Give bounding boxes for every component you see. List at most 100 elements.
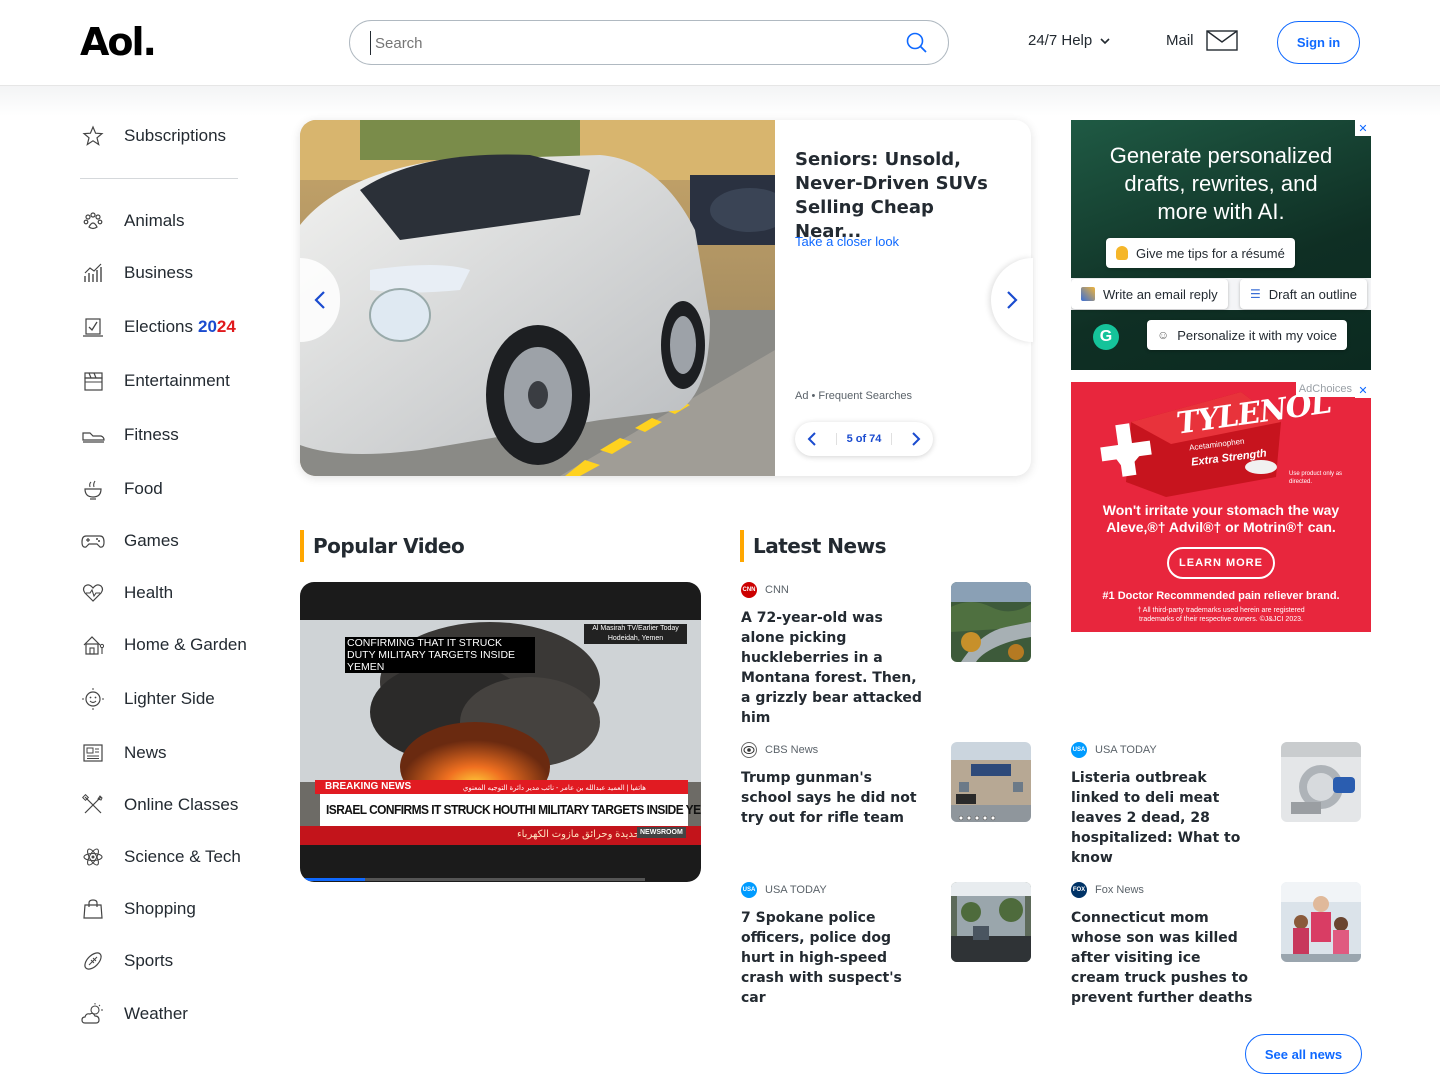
sidebar-item-lighter-side[interactable]: Lighter Side: [80, 684, 215, 714]
tylenol-headline: Won't irritate your stomach the way Alev…: [1102, 502, 1340, 535]
news-thumbnail[interactable]: [1281, 882, 1361, 962]
breaking-news-label: BREAKING NEWS: [325, 781, 412, 792]
paw-icon: [80, 208, 106, 234]
sidebar-item-label: Home & Garden: [124, 635, 247, 654]
adchoices-link[interactable]: AdChoices: [1295, 382, 1355, 397]
ad-banner-tylenol[interactable]: TYLENOL Acetaminophen Extra Strength Use…: [1071, 382, 1371, 632]
sidebar-item-games[interactable]: Games: [80, 526, 179, 556]
search-input[interactable]: [370, 31, 870, 55]
news-headline[interactable]: Trump gunman's school says he did not tr…: [741, 768, 923, 828]
chevron-right-icon[interactable]: [909, 431, 923, 447]
sidebar-item-label: Business: [124, 263, 193, 282]
news-item[interactable]: CBS News Trump gunman's school says he d…: [741, 742, 1031, 828]
ad-chip[interactable]: ☰ Draft an outline: [1240, 279, 1367, 309]
hero-pager: 5 of 74: [795, 422, 933, 456]
see-all-news-button[interactable]: See all news: [1245, 1034, 1362, 1074]
pager-count: 5 of 74: [835, 433, 893, 445]
heart-icon: [80, 580, 106, 606]
bowl-icon: [80, 476, 106, 502]
source-name: Fox News: [1095, 884, 1144, 896]
sidebar-item-label: Subscriptions: [124, 126, 227, 145]
hero-image[interactable]: [300, 120, 775, 476]
sidebar-item-label: Entertainment: [124, 371, 230, 390]
video-source-tag: Al Masirah TV/Earlier Today Hodeidah, Ye…: [584, 624, 687, 644]
sidebar-item-label: Lighter Side: [124, 689, 215, 708]
sneaker-icon: [80, 422, 106, 448]
learn-more-button[interactable]: LEARN MORE: [1167, 547, 1275, 579]
sidebar-item-fitness[interactable]: Fitness: [80, 420, 179, 450]
ad-chip[interactable]: Give me tips for a résumé: [1106, 238, 1295, 268]
usa-today-logo-icon: USA: [1071, 742, 1087, 758]
chart-icon: [80, 260, 106, 286]
sidebar-item-subscriptions[interactable]: Subscriptions: [80, 121, 226, 151]
hero-cta-link[interactable]: Take a closer look: [795, 234, 899, 249]
feather-pen-icon: [1081, 287, 1095, 301]
arabic-bottom-caption: الحديدة وحرائق مازوت الكهرباء: [516, 829, 646, 840]
sign-in-button[interactable]: Sign in: [1277, 21, 1360, 64]
ad-chip[interactable]: Write an email reply: [1071, 279, 1228, 309]
tylenol-claim: #1 Doctor Recommended pain reliever bran…: [1102, 590, 1340, 602]
sidebar-item-entertainment[interactable]: Entertainment: [80, 366, 230, 396]
ad-close-icon[interactable]: ✕: [1355, 382, 1371, 398]
sidebar-item-weather[interactable]: Weather: [80, 999, 188, 1029]
lightbulb-icon: [1116, 246, 1128, 260]
sidebar-item-label: Shopping: [124, 899, 196, 918]
sidebar-item-online-classes[interactable]: Online Classes: [80, 790, 238, 820]
news-item[interactable]: CNN CNN A 72-year-old was alone picking …: [741, 582, 1031, 728]
hero-carousel: Seniors: Unsold, Never-Driven SUVs Selli…: [300, 120, 1031, 476]
news-headline[interactable]: A 72-year-old was alone picking hucklebe…: [741, 608, 923, 728]
sidebar-item-news[interactable]: News: [80, 738, 167, 768]
sidebar-item-label: Animals: [124, 211, 185, 230]
header: Aol. 24/7 Help Mail Sign in: [0, 0, 1440, 86]
mail-link[interactable]: Mail: [1166, 28, 1238, 52]
news-thumbnail[interactable]: [1281, 742, 1361, 822]
hero-ad-label: Ad • Frequent Searches: [795, 390, 912, 402]
sidebar-item-label: Elections: [124, 317, 193, 336]
ad-headline-text: Generate personalized drafts, rewrites, …: [1109, 143, 1333, 224]
news-thumbnail[interactable]: [951, 742, 1031, 822]
sidebar-item-business[interactable]: Business: [80, 258, 193, 288]
sidebar-item-label: Health: [124, 583, 174, 602]
ad-chip-label: Personalize it with my voice: [1177, 327, 1337, 343]
news-thumbnail[interactable]: [951, 582, 1031, 662]
news-item[interactable]: FOX Fox News Connecticut mom whose son w…: [1071, 882, 1361, 1008]
news-thumbnail[interactable]: [951, 882, 1031, 962]
source-name: CBS News: [765, 744, 819, 756]
aol-logo[interactable]: Aol.: [80, 20, 157, 64]
sidebar-item-science-tech[interactable]: Science & Tech: [80, 842, 241, 872]
help-menu[interactable]: 24/7 Help: [1028, 32, 1112, 49]
sidebar-item-health[interactable]: Health: [80, 578, 173, 608]
sidebar-item-shopping[interactable]: Shopping: [80, 894, 196, 924]
news-headline[interactable]: Listeria outbreak linked to deli meat le…: [1071, 768, 1253, 868]
latest-news-heading: Latest News: [740, 530, 886, 562]
search-button[interactable]: [904, 31, 930, 57]
elections-year: 2024: [198, 317, 236, 337]
search-icon: [906, 32, 927, 53]
sidebar-item-sports[interactable]: Sports: [80, 946, 173, 976]
cnn-logo-icon: CNN: [741, 582, 757, 598]
ad-banner-ai-writing[interactable]: Generate personalized drafts, rewrites, …: [1071, 120, 1371, 370]
news-headline[interactable]: Connecticut mom whose son was killed aft…: [1071, 908, 1253, 1008]
grammarly-logo-icon: G: [1093, 324, 1119, 350]
hero-headline[interactable]: Seniors: Unsold, Never-Driven SUVs Selli…: [795, 148, 1000, 244]
sidebar-item-elections[interactable]: Elections 2024: [80, 312, 236, 342]
sidebar-item-home-garden[interactable]: Home & Garden: [80, 630, 247, 660]
sidebar-item-label: Online Classes: [124, 795, 239, 814]
header-shadow: [0, 86, 1440, 116]
ad-chip[interactable]: ☺ Personalize it with my voice: [1147, 320, 1347, 350]
video-player[interactable]: CONFIRMING THAT IT STRUCK DUTY MILITARY …: [300, 582, 701, 882]
news-headline[interactable]: 7 Spokane police officers, police dog hu…: [741, 908, 923, 1008]
chevron-right-icon: [1007, 291, 1018, 309]
news-item[interactable]: USA USA TODAY Listeria outbreak linked t…: [1071, 742, 1361, 868]
year-part-a: 20: [197, 317, 217, 336]
newspaper-icon: [80, 740, 106, 766]
help-label: 24/7 Help: [1028, 32, 1093, 49]
news-item[interactable]: USA USA TODAY 7 Spokane police officers,…: [741, 882, 1031, 1008]
sidebar-item-animals[interactable]: Animals: [80, 206, 184, 236]
sidebar-item-label: Games: [124, 531, 179, 550]
sidebar-item-label: News: [124, 743, 167, 762]
search-box[interactable]: [349, 20, 949, 65]
chevron-left-icon[interactable]: [805, 431, 819, 447]
sidebar-item-food[interactable]: Food: [80, 474, 163, 504]
ad-close-icon[interactable]: ✕: [1355, 120, 1371, 136]
